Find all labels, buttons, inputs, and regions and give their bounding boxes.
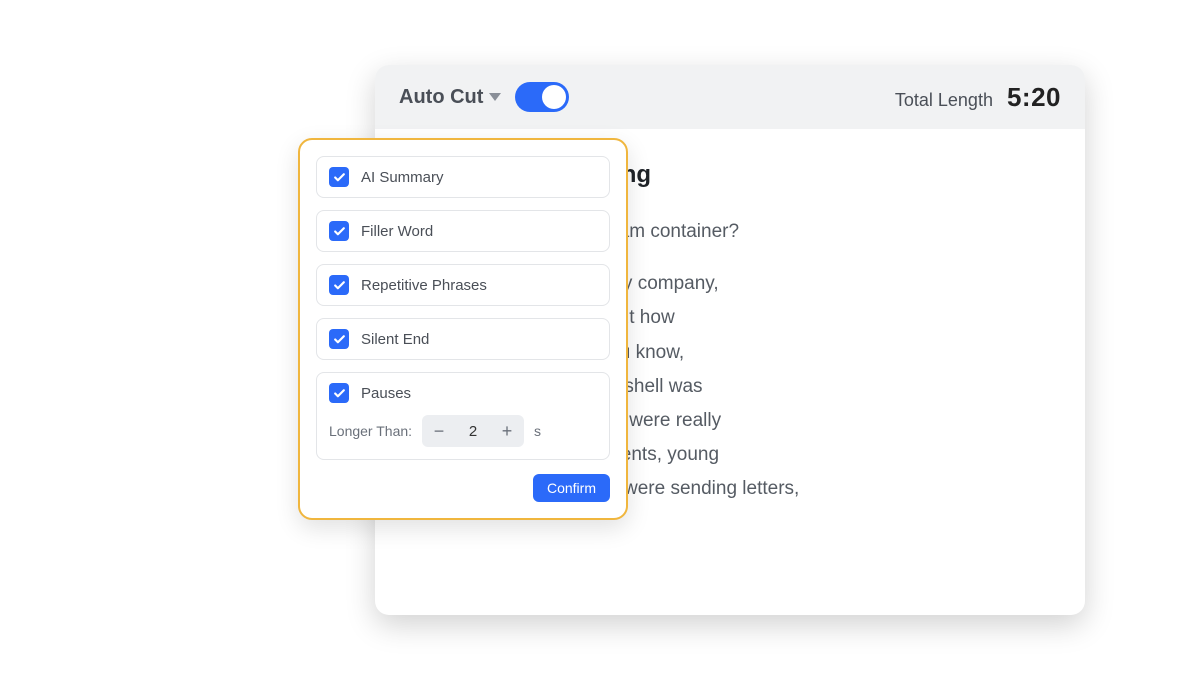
option-repetitive-phrases[interactable]: Repetitive Phrases [316, 264, 610, 306]
option-label: Repetitive Phrases [361, 277, 487, 294]
autocut-toggle[interactable] [515, 82, 569, 112]
stepper-value: 2 [456, 423, 490, 440]
checkbox-checked-icon [329, 329, 349, 349]
autocut-label-text: Auto Cut [399, 86, 483, 109]
autocut-dropdown[interactable]: Auto Cut [399, 86, 501, 109]
total-length-value: 5:20 [1007, 82, 1061, 113]
toggle-knob [542, 85, 566, 109]
option-pauses: Pauses Longer Than: − 2 + s [316, 372, 610, 460]
longer-than-label: Longer Than: [329, 423, 412, 439]
total-length-label: Total Length [895, 90, 993, 111]
option-label: Pauses [361, 385, 411, 402]
option-filler-word[interactable]: Filler Word [316, 210, 610, 252]
stepper-minus-button[interactable]: − [422, 415, 456, 447]
option-label: AI Summary [361, 169, 444, 186]
option-silent-end[interactable]: Silent End [316, 318, 610, 360]
duration-stepper: − 2 + [422, 415, 524, 447]
autocut-settings-popover: AI Summary Filler Word Repetitive Phrase… [298, 138, 628, 520]
option-pauses-checkbox-row[interactable]: Pauses [329, 383, 597, 403]
checkbox-checked-icon [329, 221, 349, 241]
confirm-button[interactable]: Confirm [533, 474, 610, 502]
checkbox-checked-icon [329, 167, 349, 187]
transcript-header: Auto Cut Total Length 5:20 [375, 65, 1085, 129]
checkbox-checked-icon [329, 383, 349, 403]
chevron-down-icon [489, 93, 501, 101]
stepper-plus-button[interactable]: + [490, 415, 524, 447]
option-label: Silent End [361, 331, 429, 348]
stepper-unit: s [534, 423, 541, 439]
option-label: Filler Word [361, 223, 433, 240]
checkbox-checked-icon [329, 275, 349, 295]
option-ai-summary[interactable]: AI Summary [316, 156, 610, 198]
